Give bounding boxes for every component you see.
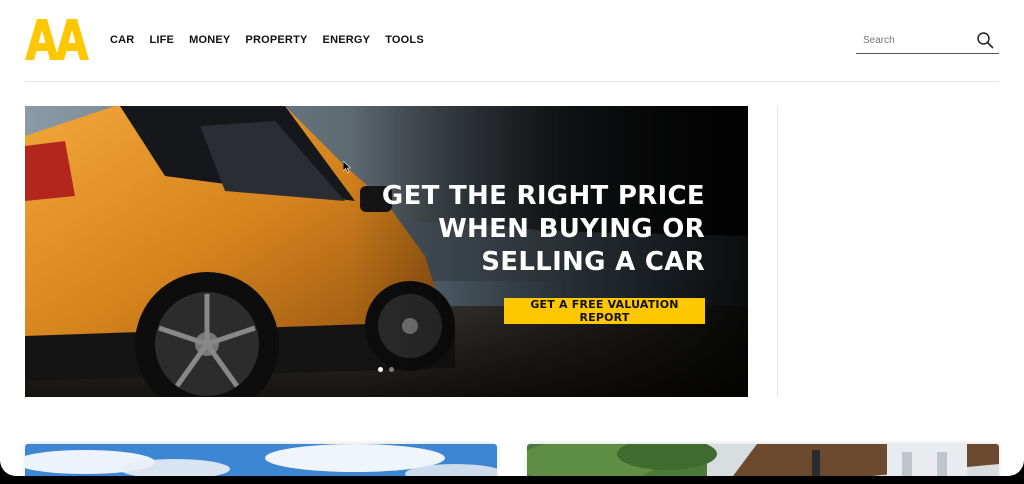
search-input[interactable] [863, 32, 973, 48]
nav-item-energy[interactable]: ENERGY [323, 33, 371, 47]
article-card-1[interactable] [25, 444, 497, 476]
site-header: CAR LIFE MONEY PROPERTY ENERGY TOOLS [0, 0, 1024, 82]
headline-line-3: SELLING A CAR [481, 247, 705, 277]
mouse-cursor-icon [343, 161, 351, 173]
sidebar-divider [777, 106, 778, 397]
hero-headline: GET THE RIGHT PRICE WHEN BUYING OR SELLI… [382, 180, 705, 279]
article-card-2[interactable] [527, 444, 999, 476]
free-valuation-button[interactable]: GET A FREE VALUATION REPORT [504, 298, 705, 324]
card-image-sky [25, 444, 497, 476]
nav-item-property[interactable]: PROPERTY [245, 33, 307, 47]
carousel-dots [378, 367, 394, 372]
carousel-dot-1[interactable] [378, 367, 383, 372]
carousel-dot-2[interactable] [389, 367, 394, 372]
nav-item-car[interactable]: CAR [110, 33, 134, 47]
search-icon[interactable] [976, 31, 994, 49]
header-divider [25, 81, 999, 82]
main-nav: CAR LIFE MONEY PROPERTY ENERGY TOOLS [110, 33, 439, 47]
search-box [856, 28, 999, 54]
nav-item-life[interactable]: LIFE [149, 33, 174, 47]
nav-item-tools[interactable]: TOOLS [385, 33, 424, 47]
nav-item-money[interactable]: MONEY [189, 33, 230, 47]
card-image-house [527, 444, 999, 476]
hero-carousel[interactable]: GET THE RIGHT PRICE WHEN BUYING OR SELLI… [25, 106, 748, 397]
page: CAR LIFE MONEY PROPERTY ENERGY TOOLS Sea… [0, 0, 1024, 476]
headline-line-2: WHEN BUYING OR [438, 214, 705, 244]
headline-line-1: GET THE RIGHT PRICE [381, 181, 705, 211]
aa-logo[interactable] [25, 19, 89, 60]
